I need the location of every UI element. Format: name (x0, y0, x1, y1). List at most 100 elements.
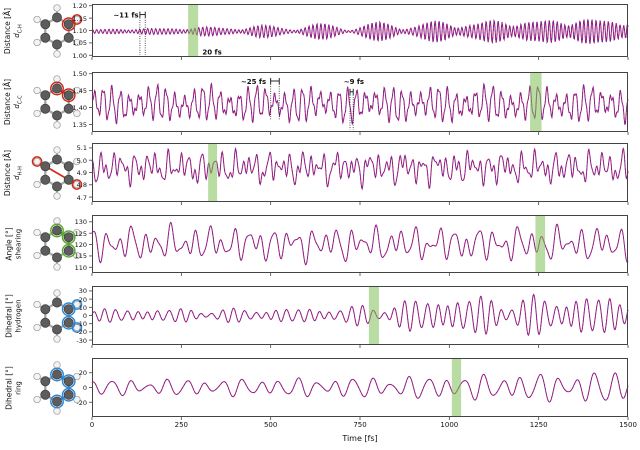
y-tick-label: -30 (55, 337, 87, 345)
symbol-subscript: H-H (17, 166, 23, 175)
y-axis-label-dHH: Distance [Å]dH-H (4, 149, 24, 195)
y-axis-subquantity: dC-H (13, 7, 24, 53)
y-tick-label: 1.35 (55, 121, 87, 129)
y-tick-label: 1.15 (55, 15, 87, 23)
x-tick-label: 0 (77, 421, 107, 429)
y-tick-label: 4.9 (55, 169, 87, 177)
y-tick-label: 125 (55, 230, 87, 238)
y-tick-label: 5.1 (55, 144, 87, 152)
y-tick-label: 0 (55, 384, 87, 392)
annotation-label: ~9 fs (344, 78, 364, 86)
y-tick-label: 1.05 (55, 39, 87, 47)
panel-dihedralH-plot (92, 286, 628, 345)
y-axis-label-dCH: Distance [Å]dC-H (4, 7, 24, 53)
y-tick-label: 1.50 (55, 70, 87, 78)
carbon-atom (41, 91, 50, 100)
y-tick-label: -20 (55, 399, 87, 407)
symbol: d (13, 104, 21, 108)
y-tick-label: 1.00 (55, 52, 87, 60)
x-tick-label: 1500 (613, 421, 640, 429)
panel-dCH-plot: ~11 fs 20 fs (92, 4, 628, 57)
panel-dihedralRing-plot (92, 358, 628, 417)
symbol: d (13, 33, 21, 37)
y-axis-label-dihedralH: Dihedral [°]hydrogen (6, 294, 23, 338)
x-tick-label: 1250 (524, 421, 554, 429)
y-tick-label: 120 (55, 241, 87, 249)
carbon-atom (41, 376, 50, 385)
hydrogen-atom (34, 324, 41, 331)
x-tick-label: 750 (345, 421, 375, 429)
carbon-atom (41, 304, 50, 313)
highlight-band (208, 144, 217, 201)
y-axis-quantity: Dihedral [°] (6, 294, 15, 338)
hydrogen-atom (54, 361, 61, 368)
carbon-atom (52, 111, 61, 120)
x-tick-label: 1000 (434, 421, 464, 429)
carbon-atom (41, 175, 50, 184)
y-tick-label: 1.10 (55, 27, 87, 35)
x-tick-label: 500 (256, 421, 286, 429)
hydrogen-atom (34, 16, 41, 23)
y-axis-label-dihedralRing: Dihedral [°]ring (6, 366, 23, 410)
y-tick-label: -20 (55, 328, 87, 336)
y-tick-label: 10 (55, 304, 87, 312)
annotation-label: 20 fs (202, 49, 221, 57)
x-tick-label: 250 (166, 421, 196, 429)
panel-shearing-plot (92, 215, 628, 273)
y-tick-label: 4.8 (55, 181, 87, 189)
md-trajectory-figure: Distance [Å]dC-H1.001.051.101.151.20~11 … (0, 0, 640, 450)
y-tick-label: 4.7 (55, 194, 87, 202)
y-axis-quantity: Dihedral [°] (6, 366, 15, 410)
panel-background (92, 358, 628, 417)
y-axis-subquantity: ring (14, 366, 22, 410)
panel-background (92, 215, 628, 273)
hydrogen-atom (34, 181, 41, 188)
y-tick-label: 1.45 (55, 87, 87, 95)
symbol: d (13, 175, 21, 179)
carbon-atom (41, 246, 50, 255)
panel-dHH-plot (92, 143, 628, 202)
hydrogen-atom (34, 229, 41, 236)
panel-dCC-plot: ~25 fs ~9 fs (92, 72, 628, 132)
y-tick-label: 30 (55, 287, 87, 295)
hydrogen-atom (34, 373, 41, 380)
hydrogen-atom (34, 39, 41, 46)
hydrogen-atom (34, 110, 41, 117)
x-axis-title: Time [fs] (92, 434, 628, 443)
symbol-subscript: C-H (17, 24, 23, 33)
carbon-atom (41, 318, 50, 327)
highlight-band (369, 287, 379, 344)
y-axis-subquantity: hydrogen (14, 294, 22, 338)
highlight-band (188, 5, 198, 56)
y-axis-subquantity: dC-C (13, 79, 24, 125)
hydrogen-atom (34, 252, 41, 259)
y-axis-quantity: Distance [Å] (4, 79, 13, 125)
hydrogen-atom (34, 396, 41, 403)
annotation-label: ~25 fs (241, 78, 266, 86)
carbon-atom (41, 33, 50, 42)
y-tick-label: 1.40 (55, 104, 87, 112)
carbon-atom (41, 104, 50, 113)
y-tick-label: -10 (55, 320, 87, 328)
y-tick-label: 110 (55, 264, 87, 272)
y-tick-label: 20 (55, 369, 87, 377)
y-tick-label: 130 (55, 218, 87, 226)
carbon-atom (41, 233, 50, 242)
highlight-band (452, 359, 461, 416)
y-axis-label-shearing: Angle [°]shearing (6, 227, 23, 260)
carbon-atom (41, 19, 50, 28)
y-axis-label-dCC: Distance [Å]dC-C (4, 79, 24, 125)
y-tick-label: 20 (55, 296, 87, 304)
y-axis-subquantity: dH-H (13, 149, 24, 195)
symbol-subscript: C-C (17, 95, 23, 104)
annotation-label: ~11 fs (113, 12, 138, 20)
y-axis-subquantity: shearing (14, 227, 22, 260)
y-tick-label: 5.0 (55, 157, 87, 165)
hydrogen-atom (34, 87, 41, 94)
y-tick-label: 115 (55, 252, 87, 260)
y-axis-quantity: Angle [°] (6, 227, 15, 260)
hydrogen-atom (54, 407, 61, 414)
hydrogen-atom (34, 301, 41, 308)
y-tick-label: 0 (55, 312, 87, 320)
y-tick-label: 1.20 (55, 2, 87, 10)
